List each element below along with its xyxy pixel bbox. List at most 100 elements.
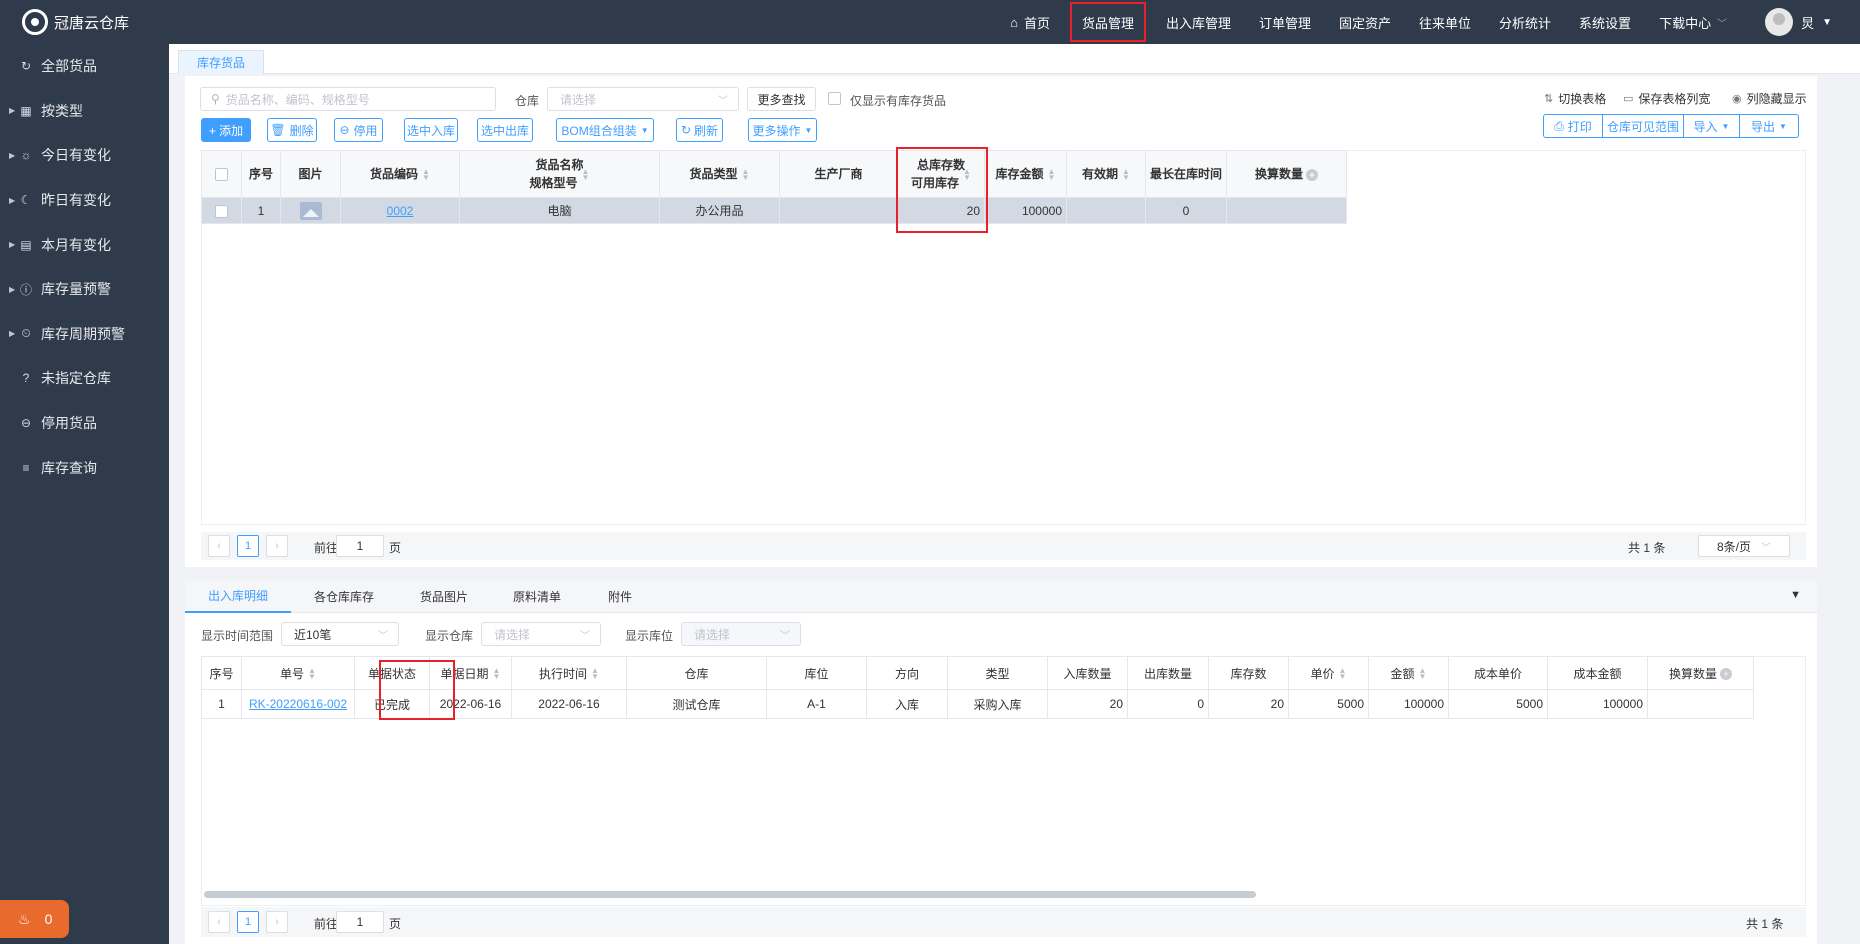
sidebar-item-stock-query[interactable]: ≡ 库存查询 [0,445,169,490]
time-range-select[interactable]: 近10笔 ﹀ [281,622,399,646]
header-direction: 方向 [866,656,948,690]
nav-download-center[interactable]: 下载中心 ﹀ [1645,0,1741,44]
refresh-button[interactable]: ↻ 刷新 [676,118,723,142]
nav-partners[interactable]: 往来单位 [1405,0,1485,44]
header-doc-no[interactable]: 单号 ▲ ▼ [241,656,355,690]
only-stock-label: 仅显示有库存货品 [850,94,947,108]
sidebar-item-month[interactable]: ▶ ▤ 本月有变化 [0,222,169,267]
goto-page-input[interactable]: 1 [336,911,384,933]
alarm-button[interactable]: ♨ 0 [0,900,69,938]
sidebar-item-all[interactable]: ↻ 全部货品 [0,44,169,89]
sort-icon[interactable]: ▲ ▼ [493,667,501,681]
column-visibility-button[interactable]: ◉ 列隐藏显示 [1732,90,1807,107]
sidebar-item-today[interactable]: ▶ ☼ 今日有变化 [0,133,169,178]
nav-fixed-assets[interactable]: 固定资产 [1325,0,1405,44]
nav-settings[interactable]: 系统设置 [1565,0,1645,44]
next-page-button[interactable]: › [266,535,288,557]
selected-out-button[interactable]: 选中出库 [477,118,533,142]
only-stock-checkbox[interactable] [828,92,841,105]
sidebar-item-disabled[interactable]: ⊖ 停用货品 [0,401,169,446]
tab-inout-details[interactable]: 出入库明细 [185,580,291,613]
header-exec-time[interactable]: 执行时间 ▲ ▼ [511,656,627,690]
header-code[interactable]: 货品编码 ▲ ▼ [340,150,460,198]
nav-inout-management[interactable]: 出入库管理 [1152,0,1245,44]
nav-analytics[interactable]: 分析统计 [1485,0,1565,44]
bom-button[interactable]: BOM组合组装 ▼ [556,118,654,142]
header-expiry[interactable]: 有效期 ▲ ▼ [1066,150,1146,198]
sort-icon[interactable]: ▲ ▼ [1339,667,1347,681]
user-menu[interactable]: 炅 ▼ [1741,8,1860,36]
warehouse-visibility-button[interactable]: 仓库可见范围 [1602,114,1684,138]
search-input[interactable]: ⚲ 货品名称、编码、规格型号 [200,87,496,111]
goods-code-link[interactable]: 0002 [387,204,414,218]
header-type[interactable]: 货品类型 ▲ ▼ [659,150,780,198]
row-select[interactable] [201,197,242,224]
tab-materials[interactable]: 原料清单 [513,580,561,613]
sidebar-item-by-type[interactable]: ▶ ▦ 按类型 [0,89,169,134]
cell-doc-no[interactable]: RK-20220616-002 [241,689,355,719]
add-button[interactable]: + 添加 [201,118,251,142]
sidebar-item-cycle-alert[interactable]: ▶ ⏲ 库存周期预警 [0,312,169,357]
more-search-button[interactable]: 更多查找 [747,87,816,111]
sidebar-item-unassigned[interactable]: ? 未指定仓库 [0,356,169,401]
detail-panel: 出入库明细 各仓库库存 货品图片 原料清单 附件 ▼ 显示时间范围 近10笔 ﹀… [185,580,1817,944]
header-location: 库位 [766,656,867,690]
sort-icon[interactable]: ▲ ▼ [1048,167,1056,181]
sort-icon[interactable]: ▲ ▼ [422,167,430,181]
tab-warehouse-stock[interactable]: 各仓库库存 [314,580,374,613]
grid-icon: ▦ [20,103,32,118]
header-amount[interactable]: 库存金额 ▲ ▼ [984,150,1067,198]
nav-home[interactable]: ⌂ 首页 [996,0,1064,44]
sort-icon[interactable]: ▲ ▼ [742,167,750,181]
delete-button[interactable]: 🗑 删除 [267,118,317,142]
sidebar-item-yesterday[interactable]: ▶ ☾ 昨日有变化 [0,178,169,223]
header-price[interactable]: 单价 ▲ ▼ [1288,656,1369,690]
tab-goods-images[interactable]: 货品图片 [420,580,468,613]
prev-page-button[interactable]: ‹ [208,911,230,933]
sort-icon[interactable]: ▲ ▼ [582,167,590,181]
header-stock: 库存数 [1208,656,1289,690]
header-select-all[interactable] [201,150,242,198]
export-button[interactable]: 导出 ▼ [1739,114,1799,138]
print-button[interactable]: ⎙ 打印 [1543,114,1603,138]
sort-icon[interactable]: ▲ ▼ [308,667,316,681]
select-all-checkbox[interactable] [215,168,228,182]
switch-table-button[interactable]: ⇅ 切换表格 [1544,90,1606,107]
disable-button[interactable]: ⊖ 停用 [334,118,383,142]
horizontal-scrollbar[interactable] [204,891,1256,898]
info-icon[interactable]: + [1306,168,1318,181]
doc-no-link[interactable]: RK-20220616-002 [249,697,347,711]
location-select[interactable]: 请选择 ﹀ [681,622,801,646]
cell-image[interactable] [280,197,341,224]
page-number[interactable]: 1 [237,911,259,933]
next-page-button[interactable]: › [266,911,288,933]
cell-code[interactable]: 0002 [340,197,460,224]
sort-icon[interactable]: ▲ ▼ [591,667,599,681]
save-column-width-button[interactable]: ▭ 保存表格列宽 [1623,90,1710,107]
tab-attachments[interactable]: 附件 [608,580,632,613]
page-size-select[interactable]: 8条/页 ﹀ [1698,535,1790,557]
warehouse-select[interactable]: 请选择 ﹀ [547,87,739,111]
detail-warehouse-select[interactable]: 请选择 ﹀ [481,622,601,646]
app-logo[interactable]: 冠唐云仓库 [0,0,169,44]
header-amount[interactable]: 金额 ▲ ▼ [1368,656,1449,690]
collapse-panel-icon[interactable]: ▼ [1790,589,1801,601]
header-name-spec[interactable]: 货品名称 规格型号 ▲ ▼ [459,150,660,198]
sort-icon[interactable]: ▲ ▼ [1419,667,1427,681]
nav-orders[interactable]: 订单管理 [1245,0,1325,44]
prev-page-button[interactable]: ‹ [208,535,230,557]
selected-in-button[interactable]: 选中入库 [404,118,458,142]
info-icon[interactable]: + [1720,668,1732,681]
sidebar-item-stock-alert[interactable]: ▶ ⓘ 库存量预警 [0,267,169,312]
more-operations-button[interactable]: 更多操作 ▼ [748,118,817,142]
goto-page-input[interactable]: 1 [336,535,384,557]
import-button[interactable]: 导入 ▼ [1683,114,1740,138]
alert-circle-icon: ⓘ [19,282,32,297]
table-row[interactable]: 1 0002 电脑 办公用品 20 100000 0 [201,197,1347,224]
tab-inventory-goods[interactable]: 库存货品 [178,50,264,74]
nav-goods-management[interactable]: 货品管理 [1069,2,1146,42]
goto-label: 前往 [314,917,339,931]
page-number[interactable]: 1 [237,535,259,557]
sort-icon[interactable]: ▲ ▼ [1122,167,1130,181]
row-checkbox[interactable] [215,204,228,218]
